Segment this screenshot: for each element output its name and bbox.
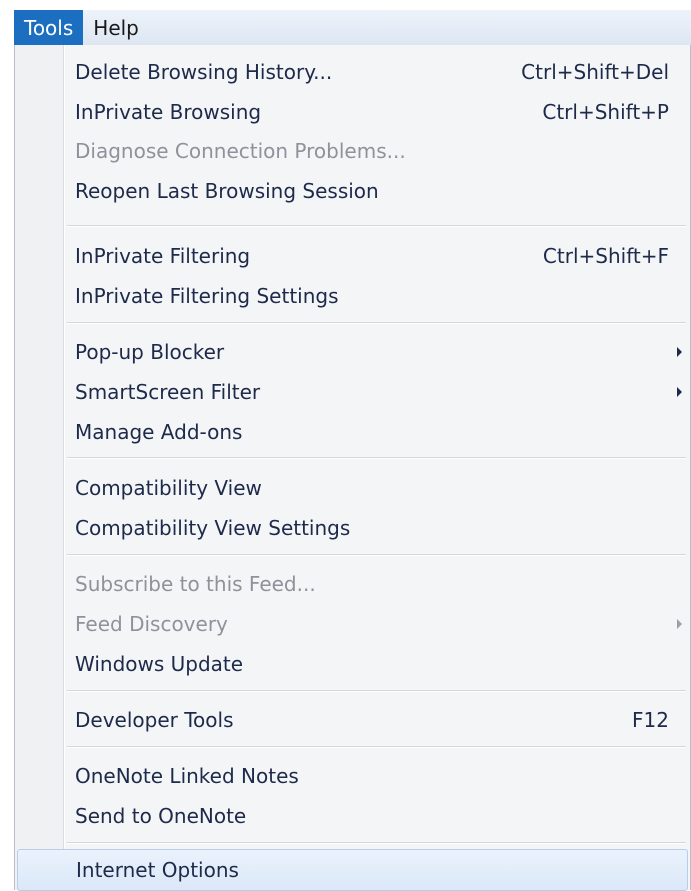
menu-item-internet-options[interactable]: Internet Options — [17, 849, 688, 891]
submenu-arrow-icon — [677, 347, 682, 357]
menu-item-shortcut: Ctrl+Shift+Del — [521, 60, 669, 84]
menu-item-shortcut: F12 — [632, 708, 669, 732]
menu-item-diagnose-connection-problems: Diagnose Connection Problems... — [65, 131, 688, 171]
menu-item-shortcut: Ctrl+Shift+F — [542, 244, 669, 268]
menu-separator — [67, 690, 686, 692]
menu-item-label: InPrivate Browsing — [75, 100, 262, 124]
menu-item-label: Compatibility View — [75, 476, 262, 500]
menu-item-label: SmartScreen Filter — [75, 380, 261, 404]
submenu-arrow-icon — [677, 619, 682, 629]
menu-item-label: Feed Discovery — [75, 612, 228, 636]
menu-item-label: InPrivate Filtering Settings — [75, 284, 339, 308]
menu-item-label: Send to OneNote — [75, 804, 247, 828]
menu-help[interactable]: Help — [83, 10, 149, 45]
menu-separator — [67, 225, 686, 227]
menu-icon-gutter — [15, 45, 65, 890]
menu-item-delete-browsing-history[interactable]: Delete Browsing History... Ctrl+Shift+De… — [65, 52, 688, 92]
menu-item-compatibility-view[interactable]: Compatibility View — [65, 468, 688, 508]
menu-item-developer-tools[interactable]: Developer Tools F12 — [65, 700, 688, 740]
menu-item-label: Windows Update — [75, 652, 244, 676]
menu-item-label: Developer Tools — [75, 708, 234, 732]
menu-item-inprivate-filtering-settings[interactable]: InPrivate Filtering Settings — [65, 276, 688, 316]
menu-item-inprivate-filtering[interactable]: InPrivate Filtering Ctrl+Shift+F — [65, 236, 688, 276]
menu-item-label: Subscribe to this Feed... — [75, 572, 316, 596]
menu-item-label: Compatibility View Settings — [75, 516, 351, 540]
menu-item-windows-update[interactable]: Windows Update — [65, 644, 688, 684]
menu-separator — [67, 842, 686, 844]
menu-item-label: Manage Add-ons — [75, 420, 243, 444]
menu-item-label: InPrivate Filtering — [75, 244, 251, 268]
menu-item-shortcut: Ctrl+Shift+P — [542, 100, 669, 124]
menu-item-label: Pop-up Blocker — [75, 340, 225, 364]
menu-item-label: Diagnose Connection Problems... — [75, 139, 406, 163]
menu-item-label: Reopen Last Browsing Session — [75, 179, 379, 203]
menu-item-feed-discovery: Feed Discovery — [65, 604, 688, 644]
menu-item-send-to-onenote[interactable]: Send to OneNote — [65, 796, 688, 836]
menu-item-onenote-linked-notes[interactable]: OneNote Linked Notes — [65, 756, 688, 796]
menu-separator — [67, 322, 686, 324]
menu-item-manage-add-ons[interactable]: Manage Add-ons — [65, 412, 688, 452]
tools-dropdown-menu: Delete Browsing History... Ctrl+Shift+De… — [14, 45, 691, 891]
menu-bar: Tools Help — [14, 10, 691, 46]
menu-item-label: Internet Options — [76, 858, 239, 882]
menu-separator — [67, 746, 686, 748]
menu-item-subscribe-to-feed: Subscribe to this Feed... — [65, 564, 688, 604]
menu-tools[interactable]: Tools — [14, 10, 84, 45]
submenu-arrow-icon — [677, 387, 682, 397]
menu-item-popup-blocker[interactable]: Pop-up Blocker — [65, 332, 688, 372]
menu-item-label: Delete Browsing History... — [75, 60, 333, 84]
menu-item-reopen-last-browsing-session[interactable]: Reopen Last Browsing Session — [65, 171, 688, 211]
menu-item-label: OneNote Linked Notes — [75, 764, 299, 788]
menu-separator — [67, 554, 686, 556]
menu-item-smartscreen-filter[interactable]: SmartScreen Filter — [65, 372, 688, 412]
menu-separator — [67, 457, 686, 459]
menu-item-compatibility-view-settings[interactable]: Compatibility View Settings — [65, 508, 688, 548]
menu-item-inprivate-browsing[interactable]: InPrivate Browsing Ctrl+Shift+P — [65, 92, 688, 132]
